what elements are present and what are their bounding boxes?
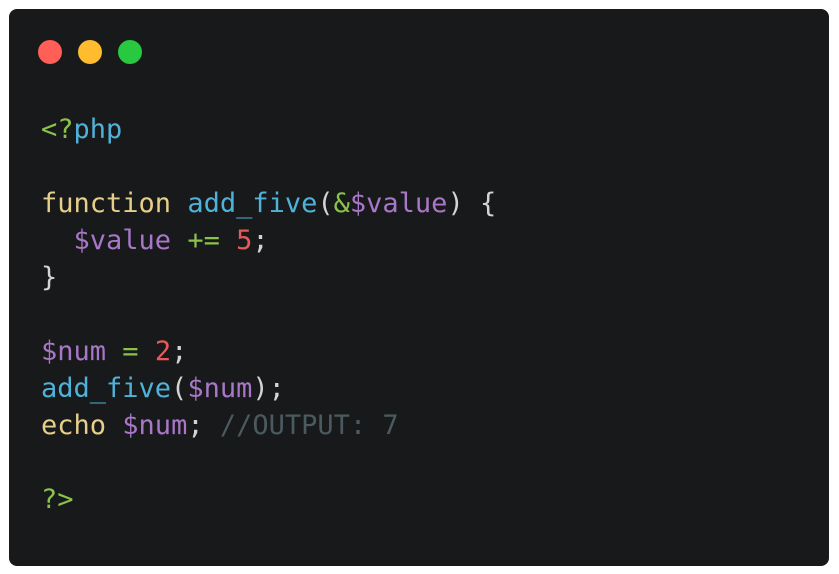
code-token-operator: += [187,225,220,256]
code-token-function: add_five [41,373,172,404]
code-line: ?> [41,481,496,518]
code-token-tag-bracket: <? [41,114,74,145]
maximize-button[interactable] [118,40,142,64]
code-line: } [41,259,496,296]
code-token-punct [106,336,122,367]
code-line: $value += 5; [41,222,496,259]
code-token-operator: = [122,336,139,367]
code-line: <?php [41,111,496,148]
code-token-punct [220,225,236,256]
code-block: <?php function add_five(&$value) { $value… [41,111,496,518]
code-token-punct [106,410,122,441]
code-token-punct: ; [171,336,188,367]
code-token-operator: & [333,188,350,219]
code-token-variable: $value [73,225,172,256]
code-token-punct: ) { [447,188,497,219]
code-token-tag-bracket: ?> [41,484,74,515]
code-token-variable: $num [41,336,107,367]
window-controls [38,40,142,64]
code-token-punct [139,336,155,367]
code-token-keyword: function [41,188,172,219]
code-window: <?php function add_five(&$value) { $value… [9,9,829,566]
code-token-punct: ( [171,373,188,404]
code-token-variable: $value [349,188,448,219]
code-token-keyword: echo [41,410,107,441]
code-token-variable: $num [122,410,188,441]
code-token-punct: ; [252,225,269,256]
code-token-number: 2 [154,336,172,367]
code-line: function add_five(&$value) { [41,185,496,222]
code-token-variable: $num [187,373,253,404]
code-line: add_five($num); [41,370,496,407]
code-token-number: 5 [236,225,253,256]
code-token-tag-name: php [73,114,123,145]
code-token-comment: //OUTPUT: 7 [219,410,399,441]
code-token-punct: ( [317,188,334,219]
close-button[interactable] [38,40,62,64]
code-line: $num = 2; [41,333,496,370]
code-token-punct [171,188,187,219]
minimize-button[interactable] [78,40,102,64]
code-token-punct [41,225,74,256]
code-token-punct [171,225,187,256]
code-token-punct: ; [187,410,220,441]
code-token-punct: ); [252,373,285,404]
code-token-punct: } [41,262,58,293]
code-line: echo $num; //OUTPUT: 7 [41,407,496,444]
code-token-function: add_five [187,188,318,219]
